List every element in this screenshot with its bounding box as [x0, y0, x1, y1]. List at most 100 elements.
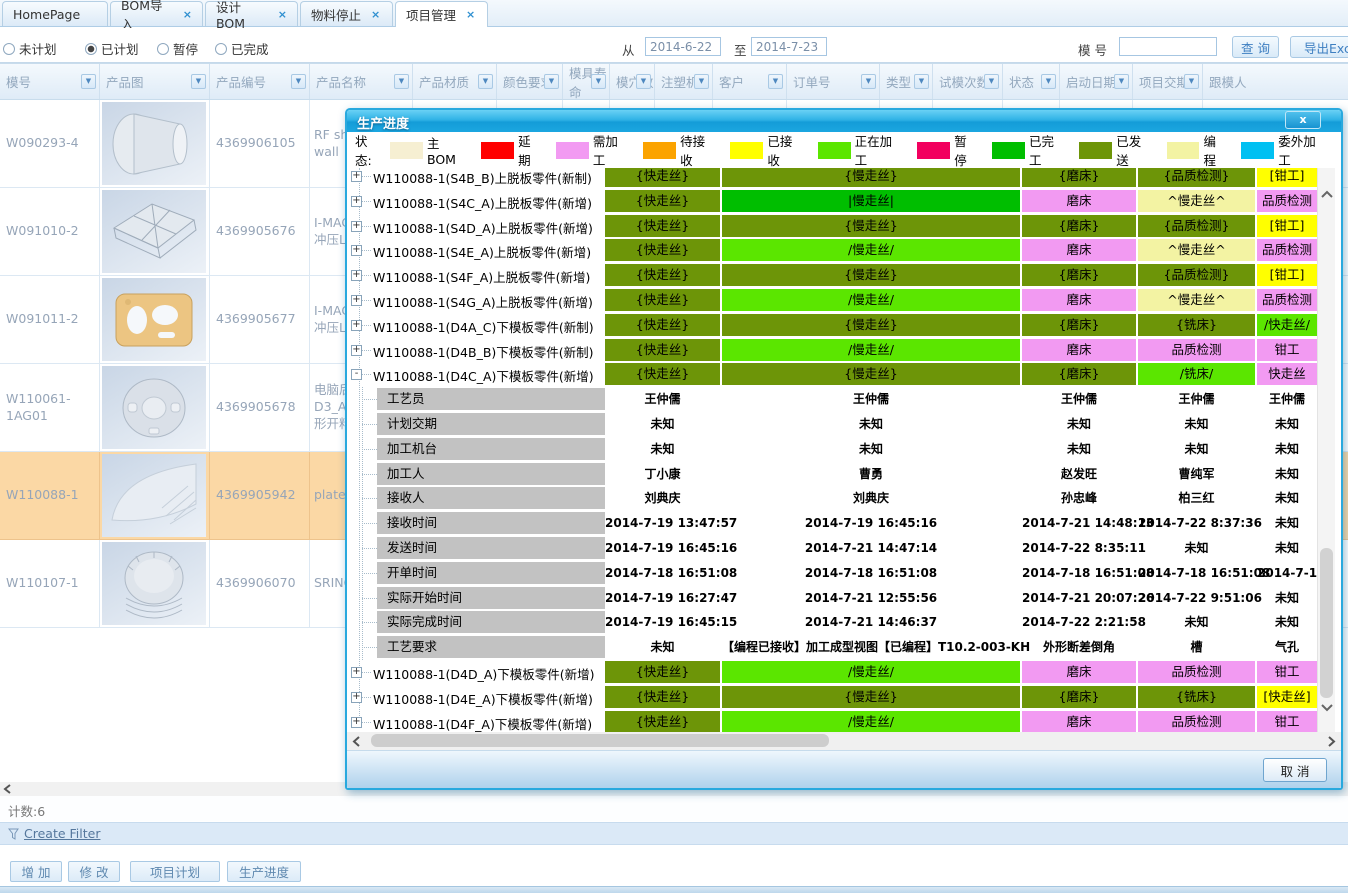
- expand-toggle[interactable]: +: [351, 295, 362, 306]
- scroll-up-icon[interactable]: [1321, 190, 1333, 200]
- dialog-horizontal-scrollbar[interactable]: [347, 732, 1341, 750]
- detail-field-label: 发送时间: [377, 537, 605, 559]
- status-cell: {品质检测}: [1138, 264, 1255, 286]
- detail-value: 王仲儒: [1022, 388, 1136, 410]
- status-cell: [钳工]: [1257, 264, 1317, 286]
- status-cell: [钳工]: [1257, 215, 1317, 237]
- detail-value: 未知: [605, 413, 720, 435]
- scroll-right-icon[interactable]: [1326, 736, 1336, 747]
- tree-connector: [362, 598, 377, 599]
- process-node-row[interactable]: +W110088-1(S4C_A)上脱板零件(新增){快走丝}|慢走丝|磨床^慢…: [347, 189, 1317, 214]
- detail-field-label: 开单时间: [377, 562, 605, 584]
- expand-toggle[interactable]: +: [351, 171, 362, 182]
- tree-connector: [362, 474, 377, 475]
- expand-toggle[interactable]: -: [351, 369, 362, 380]
- process-node-row[interactable]: +W110088-1(D4F_A)下模板零件(新增){快走丝}/慢走丝/磨床品质…: [347, 710, 1317, 732]
- tab[interactable]: 项目管理×: [395, 1, 488, 27]
- expand-toggle[interactable]: +: [351, 221, 362, 232]
- node-label: W110088-1(D4F_A)下模板零件(新增): [373, 714, 592, 732]
- part-ribbed-round: [102, 542, 206, 625]
- detail-value: 2014-7-18: [1257, 562, 1317, 584]
- process-node-row[interactable]: +W110088-1(S4E_A)上脱板零件(新增){快走丝}/慢走丝/磨床^慢…: [347, 238, 1317, 263]
- product-image-cell: [100, 188, 210, 276]
- process-node-row[interactable]: +W110088-1(S4D_A)上脱板零件(新增){快走丝}{慢走丝}{磨床}…: [347, 214, 1317, 239]
- detail-value: 2014-7-18 16:51:08: [1138, 562, 1255, 584]
- status-cell: /慢走丝/: [722, 239, 1020, 261]
- action-button[interactable]: 修 改: [68, 861, 120, 882]
- node-label: W110088-1(D4E_A)下模板零件(新增): [373, 689, 593, 708]
- detail-value: 未知: [1257, 487, 1317, 509]
- detail-field-label: 工艺要求: [377, 636, 605, 658]
- process-node-row[interactable]: +W110088-1(D4D_A)下模板零件(新增){快走丝}/慢走丝/磨床品质…: [347, 660, 1317, 685]
- scroll-down-icon[interactable]: [1321, 702, 1333, 712]
- status-cell: 品质检测: [1257, 190, 1317, 212]
- expand-toggle[interactable]: +: [351, 196, 362, 207]
- status-cell: {快走丝}: [605, 190, 720, 212]
- action-button[interactable]: 生产进度: [227, 861, 301, 882]
- process-node-row[interactable]: +W110088-1(S4B_B)上脱板零件(新制){快走丝}{慢走丝}{磨床}…: [347, 168, 1317, 189]
- expand-toggle[interactable]: +: [351, 692, 362, 703]
- tree-connector: [362, 498, 377, 499]
- mold-no-cell: W110088-1: [0, 452, 100, 540]
- status-cell: {快走丝}: [605, 661, 720, 683]
- status-cell: /铣床/: [1138, 363, 1255, 385]
- detail-value: 刘典庆: [722, 487, 1020, 509]
- status-cell: {铣床}: [1138, 686, 1255, 708]
- detail-field-label: 工艺员: [377, 388, 605, 410]
- status-cell: 钳工: [1257, 711, 1317, 732]
- detail-value: 未知: [1138, 537, 1255, 559]
- process-node-row[interactable]: +W110088-1(D4A_C)下模板零件(新制){快走丝}{慢走丝}{磨床}…: [347, 313, 1317, 338]
- detail-value: 2014-7-21 14:48:13: [1022, 512, 1136, 534]
- status-cell: {快走丝}: [605, 215, 720, 237]
- process-node-row[interactable]: +W110088-1(D4E_A)下模板零件(新增){快走丝}{慢走丝}{磨床}…: [347, 685, 1317, 710]
- status-cell: {慢走丝}: [722, 264, 1020, 286]
- process-node-row[interactable]: -W110088-1(D4C_A)下模板零件(新增){快走丝}{慢走丝}{磨床}…: [347, 362, 1317, 387]
- status-cell: 磨床: [1022, 289, 1136, 311]
- expand-toggle[interactable]: +: [351, 245, 362, 256]
- action-button[interactable]: 项目计划: [130, 861, 220, 882]
- expand-toggle[interactable]: +: [351, 717, 362, 728]
- cancel-button[interactable]: 取 消: [1263, 758, 1327, 782]
- close-icon[interactable]: x: [1285, 111, 1321, 129]
- legend-label: 主BOM: [427, 133, 468, 167]
- process-node-row[interactable]: +W110088-1(S4G_A)上脱板零件(新增){快走丝}/慢走丝/磨床^慢…: [347, 288, 1317, 313]
- node-label: W110088-1(S4B_B)上脱板零件(新制): [373, 168, 592, 187]
- tab-close-icon[interactable]: ×: [466, 9, 475, 20]
- status-cell: {快走丝}: [605, 711, 720, 732]
- horizontal-scroll-thumb[interactable]: [371, 734, 829, 747]
- node-label: W110088-1(D4A_C)下模板零件(新制): [373, 317, 594, 336]
- status-cell: /慢走丝/: [722, 339, 1020, 361]
- action-button[interactable]: 增 加: [10, 861, 62, 882]
- status-cell: {品质检测}: [1138, 215, 1255, 237]
- detail-field-label: 加工人: [377, 463, 605, 485]
- expand-toggle[interactable]: +: [351, 667, 362, 678]
- expand-toggle[interactable]: +: [351, 345, 362, 356]
- status-cell: {慢走丝}: [722, 686, 1020, 708]
- process-node-row[interactable]: +W110088-1(S4F_A)上脱板零件(新增){快走丝}{慢走丝}{磨床}…: [347, 263, 1317, 288]
- detail-value: 未知: [605, 636, 720, 658]
- row-count-label: 计数:6: [8, 801, 45, 820]
- status-cell: 钳工: [1257, 339, 1317, 361]
- scroll-left-icon[interactable]: [352, 736, 362, 747]
- product-code-cell: 4369905678: [210, 364, 310, 452]
- detail-value: 王仲儒: [1257, 388, 1317, 410]
- status-cell: ^慢走丝^: [1138, 190, 1255, 212]
- expand-toggle[interactable]: +: [351, 320, 362, 331]
- detail-value: 未知: [1257, 512, 1317, 534]
- detail-value: 2014-7-18 16:51:08: [605, 562, 720, 584]
- expand-toggle[interactable]: +: [351, 270, 362, 281]
- process-node-row[interactable]: +W110088-1(D4B_B)下模板零件(新制){快走丝}/慢走丝/磨床品质…: [347, 338, 1317, 363]
- detail-field-label: 接收人: [377, 487, 605, 509]
- legend-color-swatch: [643, 142, 676, 159]
- scroll-left-icon[interactable]: [3, 784, 13, 794]
- status-cell: 磨床: [1022, 661, 1136, 683]
- vertical-scroll-thumb[interactable]: [1320, 548, 1333, 698]
- legend-color-swatch: [818, 142, 851, 159]
- dialog-vertical-scrollbar[interactable]: [1317, 168, 1335, 732]
- detail-value: 丁小康: [605, 463, 720, 485]
- detail-value: 未知: [1022, 438, 1136, 460]
- product-code-cell: 4369906070: [210, 540, 310, 628]
- create-filter-link[interactable]: Create Filter: [24, 826, 100, 841]
- detail-value: 赵发旺: [1022, 463, 1136, 485]
- detail-value: 王仲儒: [605, 388, 720, 410]
